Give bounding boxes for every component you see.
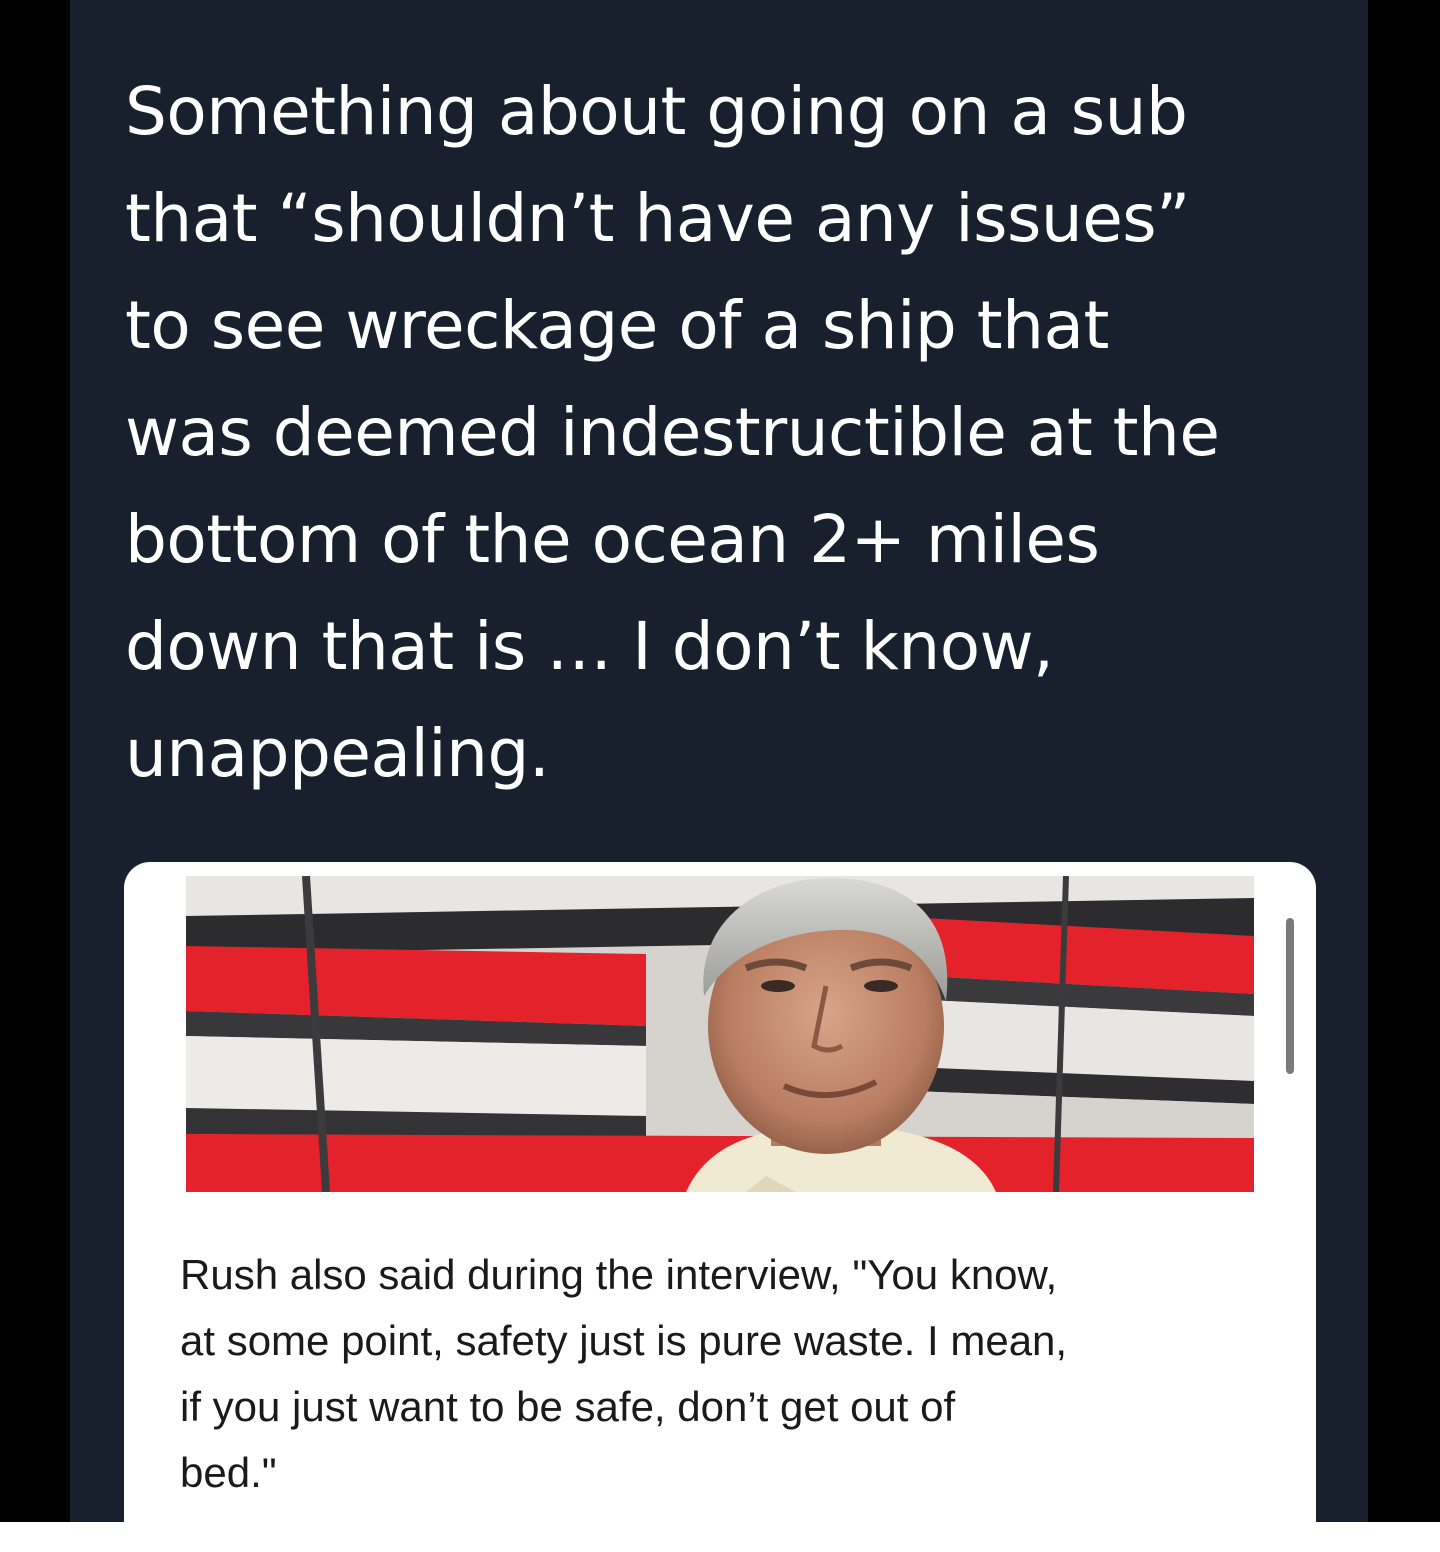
tweet-text: Something about going on a sub that “sho… <box>125 73 1220 792</box>
left-frame-border <box>0 0 70 1522</box>
article-photo <box>186 876 1254 1192</box>
card-scrollbar[interactable] <box>1286 918 1294 1074</box>
article-caption: Rush also said during the interview, "Yo… <box>180 1251 1068 1496</box>
right-frame-border <box>1368 0 1440 1522</box>
quoted-article-card[interactable]: Rush also said during the interview, "Yo… <box>124 862 1316 1552</box>
